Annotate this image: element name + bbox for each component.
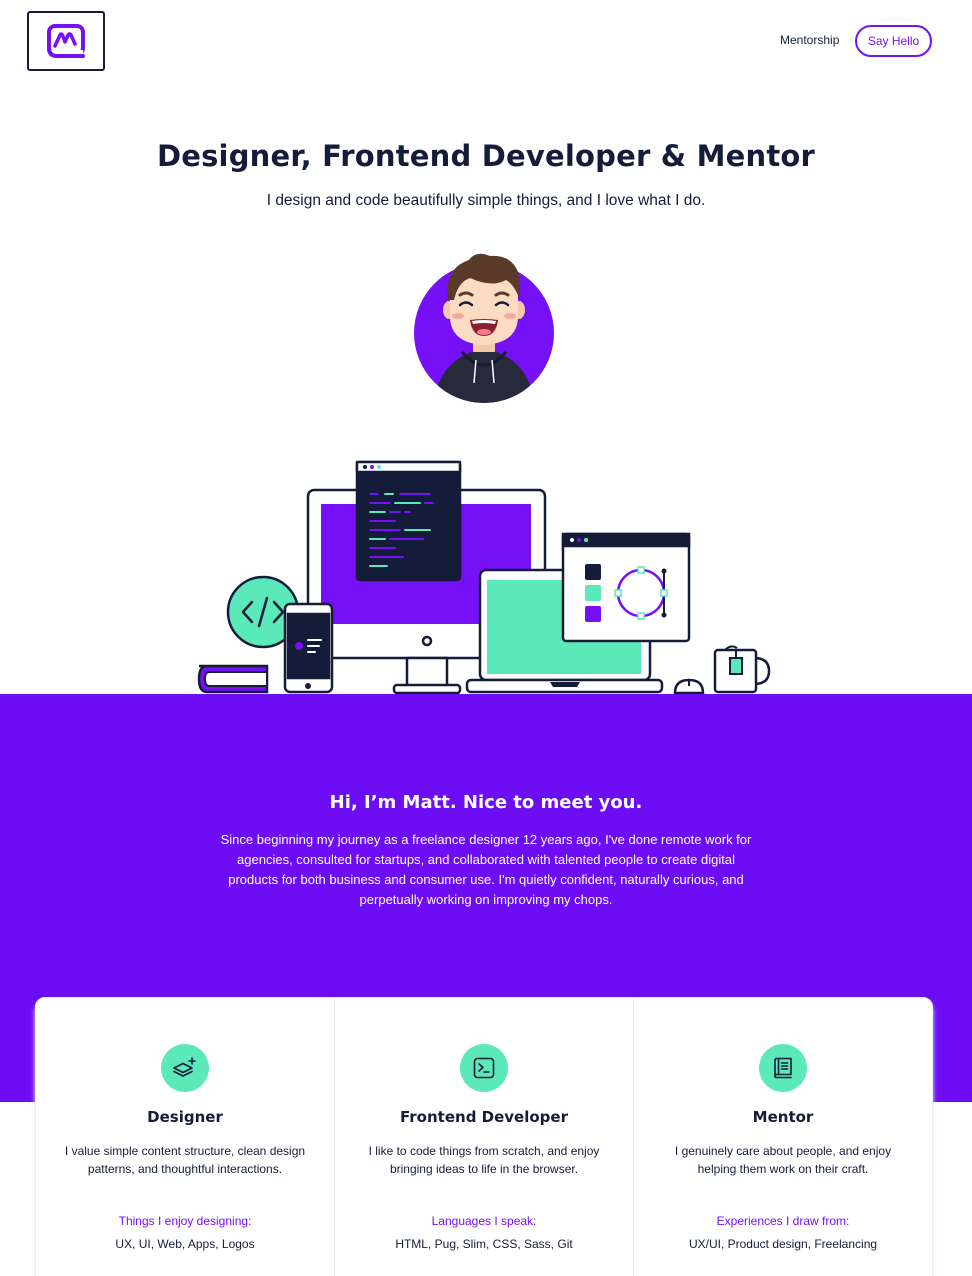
hero-subtitle: I design and code beautifully simple thi… [266, 192, 706, 209]
hero-title: Designer, Frontend Developer & Mentor [156, 139, 816, 173]
designer-card: Designer I value simple content structur… [36, 998, 335, 1276]
book-icon [759, 1044, 807, 1092]
card-title: Designer [147, 1108, 223, 1126]
terminal-icon [460, 1044, 508, 1092]
mentor-card: Mentor I genuinely care about people, an… [634, 998, 932, 1276]
card-list: UX, UI, Web, Apps, Logos [115, 1237, 255, 1251]
card-subheading: Languages I speak: [431, 1214, 537, 1228]
avatar [414, 253, 554, 403]
card-description: I value simple content structure, clean … [64, 1144, 306, 1176]
card-list: HTML, Pug, Slim, CSS, Sass, Git [395, 1237, 573, 1251]
layers-plus-icon [161, 1044, 209, 1092]
card-title: Frontend Developer [400, 1108, 568, 1126]
card-subheading: Things I enjoy designing: [118, 1214, 252, 1228]
nav-mentorship-link[interactable]: Mentorship [780, 33, 839, 47]
say-hello-button[interactable]: Say Hello [855, 25, 932, 57]
card-description: I like to code things from scratch, and … [368, 1144, 600, 1176]
card-description: I genuinely care about people, and enjoy… [674, 1144, 892, 1176]
card-title: Mentor [752, 1108, 814, 1126]
devices-illustration [197, 460, 771, 694]
card-subheading: Experiences I draw from: [716, 1214, 850, 1228]
site-logo[interactable] [27, 11, 105, 71]
logo-mark-icon [47, 24, 85, 58]
frontend-developer-card: Frontend Developer I like to code things… [335, 998, 634, 1276]
card-list: UX/UI, Product design, Freelancing [688, 1237, 878, 1251]
intro-text: Since beginning my journey as a freelanc… [220, 832, 752, 907]
skills-cards: Designer I value simple content structur… [35, 997, 933, 1276]
intro-title: Hi, I’m Matt. Nice to meet you. [329, 792, 643, 813]
